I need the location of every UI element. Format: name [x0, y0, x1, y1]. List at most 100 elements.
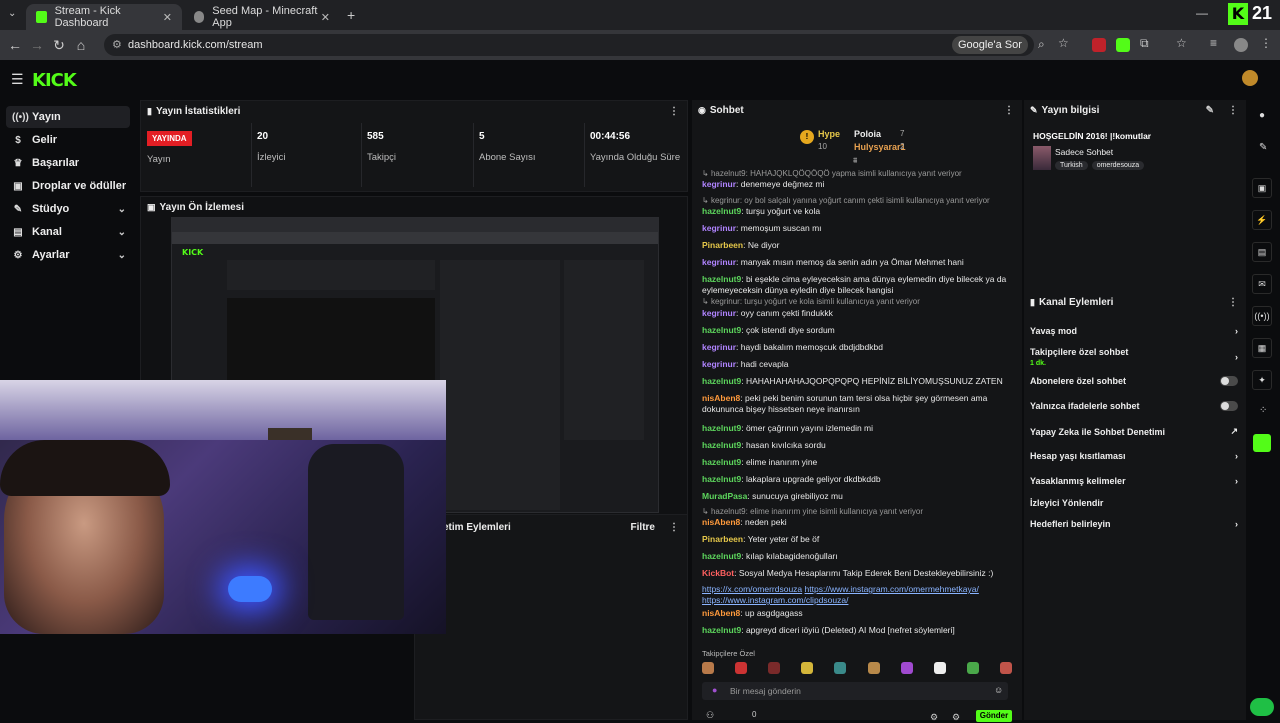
tab-kick-dashboard[interactable]: Stream - Kick Dashboard ✕	[26, 4, 182, 30]
chat-username[interactable]: hazelnut9	[702, 457, 741, 467]
chat-link[interactable]: https://www.instagram.com/omermehmetkaya…	[805, 584, 979, 594]
home-icon[interactable]: ⌂	[70, 37, 92, 53]
channel-action-row[interactable]: Hesap yaşı kısıtlaması ›	[1030, 451, 1238, 461]
rail-kick-icon[interactable]	[1253, 434, 1271, 452]
chat-username[interactable]: nisAben8	[702, 608, 740, 618]
google-ask-button[interactable]: Google'a Sor	[952, 36, 1028, 54]
rail-btn-1-icon[interactable]: ▣	[1252, 178, 1272, 198]
channel-action-row[interactable]: Takipçilere özel sohbet 1 dk. ›	[1030, 347, 1238, 367]
chat-username[interactable]: hazelnut9	[702, 206, 741, 216]
emote-icon[interactable]	[768, 662, 781, 674]
chat-username[interactable]: kegrinur	[702, 342, 736, 352]
tag[interactable]: Turkish	[1055, 161, 1088, 170]
chat-input[interactable]: Bir mesaj gönderin	[730, 686, 801, 696]
chat-username[interactable]: KickBot	[702, 568, 734, 578]
url-field[interactable]: ⚙ dashboard.kick.com/stream	[104, 34, 1034, 56]
external-link-icon[interactable]: ↗	[1230, 426, 1238, 437]
media-icon[interactable]: ≡	[1210, 36, 1217, 50]
edit-icon[interactable]: ✎	[1206, 105, 1214, 116]
minimize-icon[interactable]: —	[1196, 6, 1208, 20]
chat-username[interactable]: kegrinur	[702, 308, 736, 318]
chat-username[interactable]: hazelnut9	[702, 376, 741, 386]
toggle-switch[interactable]	[1220, 401, 1238, 411]
pencil-icon[interactable]: ✎	[1259, 142, 1267, 153]
extension-kick-icon[interactable]	[1116, 38, 1130, 52]
emote-icon[interactable]	[735, 662, 748, 674]
back-icon[interactable]: ←	[4, 37, 26, 53]
channel-action-row[interactable]: Abonelere özel sohbet	[1030, 376, 1238, 386]
send-button[interactable]: Gönder	[976, 710, 1012, 722]
emote-icon[interactable]	[966, 662, 979, 674]
chat-username[interactable]: kegrinur	[702, 223, 736, 233]
info-more-icon[interactable]: ⋮	[1228, 105, 1238, 116]
zoom-icon[interactable]: ⌕	[1038, 37, 1045, 52]
chat-username[interactable]: MuradPasa	[702, 491, 747, 501]
close-tab-icon[interactable]: ✕	[163, 11, 172, 24]
filter-button[interactable]: Filtre	[631, 522, 655, 533]
site-info-icon[interactable]: ⚙	[112, 34, 122, 56]
emote-icon[interactable]	[933, 662, 946, 674]
sidebar-item-4[interactable]: ✎ Stüdyo ⌄	[6, 198, 130, 220]
bookmark-star-icon[interactable]: ☆	[1058, 36, 1069, 50]
chat-username[interactable]: hazelnut9	[702, 274, 741, 284]
chat-username[interactable]: nisAben8	[702, 517, 740, 527]
channel-action-row[interactable]: Yavaş mod ›	[1030, 326, 1238, 336]
info-circle-icon[interactable]: ●	[1259, 110, 1265, 121]
user-avatar[interactable]	[1242, 70, 1258, 86]
kanal-more-icon[interactable]: ⋮	[1228, 297, 1238, 308]
emote-icon[interactable]	[702, 662, 714, 674]
rail-doc-icon[interactable]: ▤	[1252, 242, 1272, 262]
tag[interactable]: omerdesouza	[1091, 161, 1145, 170]
channel-action-row[interactable]: Hedefleri belirleyin ›	[1030, 519, 1238, 529]
browser-menu-icon[interactable]: ⋮	[1260, 36, 1272, 50]
profile-avatar-icon[interactable]	[1234, 38, 1248, 52]
emote-icon[interactable]	[999, 662, 1012, 674]
channel-action-row[interactable]: Yalnızca ifadelerle sohbet	[1030, 401, 1238, 411]
rail-dots-icon[interactable]: ⁘	[1259, 405, 1267, 416]
stats-more-icon[interactable]: ⋮	[669, 106, 679, 117]
chat-link[interactable]: https://www.instagram.com/clipdsouza/	[702, 595, 848, 605]
extension-red-icon[interactable]	[1092, 38, 1106, 52]
chat-more-icon[interactable]: ⋮	[1004, 105, 1014, 116]
chat-mod-icon[interactable]: ⚙	[930, 712, 938, 723]
new-tab-icon[interactable]: +	[347, 7, 355, 23]
emote-icon[interactable]	[900, 662, 913, 674]
sidebar-item-3[interactable]: ▣ Droplar ve ödüller	[6, 175, 130, 197]
emote-icon[interactable]	[801, 662, 814, 674]
emote-icon[interactable]	[834, 662, 847, 674]
reload-icon[interactable]: ↻	[48, 37, 70, 54]
rail-box-icon[interactable]: ▦	[1252, 338, 1272, 358]
tab-seed-map[interactable]: Seed Map - Minecraft App ✕	[184, 4, 340, 30]
chat-username[interactable]: kegrinur	[702, 257, 736, 267]
channel-action-row[interactable]: İzleyici Yönlendir	[1030, 498, 1238, 508]
toggle-switch[interactable]	[1220, 376, 1238, 386]
kick-logo[interactable]: KICK	[32, 70, 77, 91]
chat-username[interactable]: Pinarbeen	[702, 240, 743, 250]
pinned-expand-icon[interactable]: ⩩	[853, 156, 857, 166]
sidebar-item-5[interactable]: ▤ Kanal ⌄	[6, 221, 130, 243]
channel-action-row[interactable]: Yasaklanmış kelimeler ›	[1030, 476, 1238, 486]
chat-username[interactable]: hazelnut9	[702, 625, 741, 635]
rail-wrench-icon[interactable]: ✦	[1252, 370, 1272, 390]
emote-icon[interactable]	[867, 662, 880, 674]
rail-broadcast-icon[interactable]: ((•))	[1252, 306, 1272, 326]
chat-username[interactable]: kegrinur	[702, 359, 736, 369]
sidebar-item-1[interactable]: $ Gelir	[6, 129, 130, 151]
sidebar-item-2[interactable]: ♛ Başarılar	[6, 152, 130, 174]
channel-action-row[interactable]: Yapay Zeka ile Sohbet Denetimi ↗	[1030, 426, 1238, 437]
chat-username[interactable]: hazelnut9	[702, 440, 741, 450]
chat-username[interactable]: hazelnut9	[702, 551, 741, 561]
chat-gear-icon[interactable]: ⚙	[952, 712, 960, 723]
close-tab-icon[interactable]: ✕	[321, 11, 330, 24]
sidebar-item-0[interactable]: ((•)) Yayın	[6, 106, 130, 128]
chat-username[interactable]: Pinarbeen	[702, 534, 743, 544]
reading-list-icon[interactable]: ☆	[1176, 36, 1187, 50]
extensions-puzzle-icon[interactable]: ⧉	[1140, 36, 1149, 51]
chat-input-box[interactable]: ● Bir mesaj gönderin ☺	[702, 682, 1008, 700]
sidebar-item-6[interactable]: ⚙ Ayarlar ⌄	[6, 244, 130, 266]
chat-link[interactable]: https://x.com/omerrdsouza	[702, 584, 802, 594]
chat-username[interactable]: kegrinur	[702, 179, 736, 189]
chat-username[interactable]: hazelnut9	[702, 325, 741, 335]
chat-username[interactable]: nisAben8	[702, 393, 740, 403]
mic-icon[interactable]: ●	[712, 685, 717, 695]
